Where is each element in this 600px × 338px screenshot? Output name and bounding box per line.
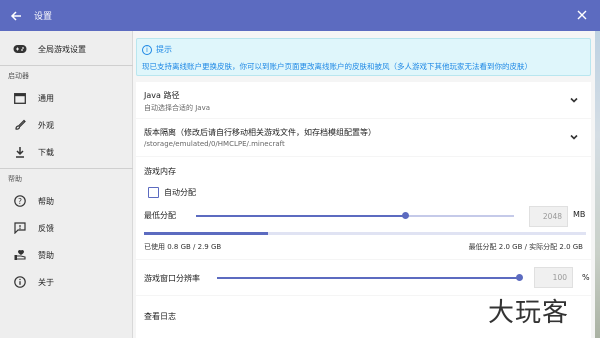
sidebar-item-label: 反馈: [38, 223, 54, 233]
resolution-unit: %: [582, 273, 590, 282]
donate-icon: [13, 248, 27, 262]
memory-allocation-text: 最低分配 2.0 GB / 实际分配 2.0 GB: [468, 243, 583, 251]
watermark-logo: 大玩客: [488, 298, 570, 328]
resolution-row: 游戏窗口分辨率 100 %: [136, 260, 591, 295]
version-isolation-path: /storage/emulated/0/HMCLPE/.minecraft: [144, 140, 285, 148]
memory-section-title: 游戏内存: [144, 167, 176, 176]
sidebar-item-appearance[interactable]: 外观: [0, 112, 133, 138]
version-isolation-title: 版本隔离（修改后请自行移动相关游戏文件，如存档模组配置等）: [144, 128, 376, 137]
sidebar-item-label: 外观: [38, 120, 54, 130]
svg-text:?: ?: [18, 197, 22, 206]
sidebar-item-label: 帮助: [38, 196, 54, 206]
divider: [0, 168, 133, 169]
min-memory-slider-fill: [196, 215, 406, 217]
arrow-left-icon: [10, 10, 21, 21]
sidebar-item-donate[interactable]: 赞助: [0, 242, 133, 268]
info-icon: i: [142, 44, 152, 55]
resolution-input[interactable]: 100: [534, 267, 573, 288]
chevron-down-icon: [570, 134, 578, 140]
notice-title: 提示: [156, 45, 172, 54]
auto-allocate-checkbox[interactable]: [148, 187, 159, 198]
min-memory-label: 最低分配: [144, 211, 176, 220]
sidebar-item-about[interactable]: 关于: [0, 269, 133, 295]
sidebar-item-label: 通用: [38, 93, 54, 103]
gamepad-icon: [13, 42, 27, 56]
info-icon: [13, 275, 27, 289]
feedback-icon: [13, 221, 27, 235]
memory-used-text: 已使用 0.8 GB / 2.9 GB: [144, 243, 222, 251]
resolution-slider-thumb[interactable]: [515, 274, 523, 281]
resolution-label: 游戏窗口分辨率: [144, 274, 200, 283]
title-bar: 设置: [0, 0, 600, 31]
sidebar-item-global-settings[interactable]: 全局游戏设置: [0, 36, 133, 62]
close-icon: [577, 10, 587, 20]
window-icon: [13, 91, 27, 105]
notice-body: 现已支持离线账户更换皮肤，你可以到账户页面更改离线账户的皮肤和披风（多人游戏下其…: [142, 62, 532, 71]
sidebar-item-help[interactable]: ? 帮助: [0, 188, 133, 214]
view-logs-label: 查看日志: [144, 312, 176, 321]
memory-usage-fill: [144, 232, 268, 235]
notice-box: i 提示 现已支持离线账户更换皮肤，你可以到账户页面更改离线账户的皮肤和披风（多…: [136, 38, 591, 76]
java-path-title: Java 路径: [144, 91, 180, 100]
sidebar-item-label: 关于: [38, 277, 54, 287]
sidebar-item-label: 全局游戏设置: [38, 44, 86, 54]
notice-header: i 提示: [142, 44, 172, 55]
download-icon: [13, 145, 27, 159]
back-button[interactable]: [4, 0, 28, 31]
close-button[interactable]: [572, 5, 592, 25]
window-title: 设置: [34, 12, 53, 22]
java-path-subtitle: 自动选择合适的 Java: [144, 104, 211, 112]
sidebar: 全局游戏设置 启动器 通用 外观 下载 帮助 ? 帮助 反馈 赞助 关于: [0, 31, 133, 338]
sidebar-item-general[interactable]: 通用: [0, 85, 133, 111]
divider: [0, 65, 133, 66]
min-memory-unit: MB: [573, 210, 586, 219]
sidebar-item-label: 下载: [38, 147, 54, 157]
sidebar-item-label: 赞助: [38, 250, 54, 260]
help-icon: ?: [13, 194, 27, 208]
auto-allocate-label: 自动分配: [164, 188, 196, 197]
section-launcher: 启动器: [8, 72, 29, 80]
brush-icon: [13, 118, 27, 132]
sidebar-item-feedback[interactable]: 反馈: [0, 215, 133, 241]
memory-usage-bar: [144, 232, 586, 235]
min-memory-slider-thumb[interactable]: [402, 212, 410, 219]
resolution-slider-fill: [217, 277, 519, 279]
java-path-row[interactable]: Java 路径 自动选择合适的 Java: [136, 82, 591, 118]
memory-card: 游戏内存 自动分配 最低分配 2048 MB 已使用 0.8 GB / 2.9 …: [136, 157, 591, 259]
section-help: 帮助: [8, 175, 22, 183]
version-isolation-row[interactable]: 版本隔离（修改后请自行移动相关游戏文件，如存档模组配置等） /storage/e…: [136, 119, 591, 156]
chevron-down-icon: [570, 97, 578, 103]
min-memory-input[interactable]: 2048: [529, 206, 568, 227]
sidebar-item-download[interactable]: 下载: [0, 139, 133, 165]
